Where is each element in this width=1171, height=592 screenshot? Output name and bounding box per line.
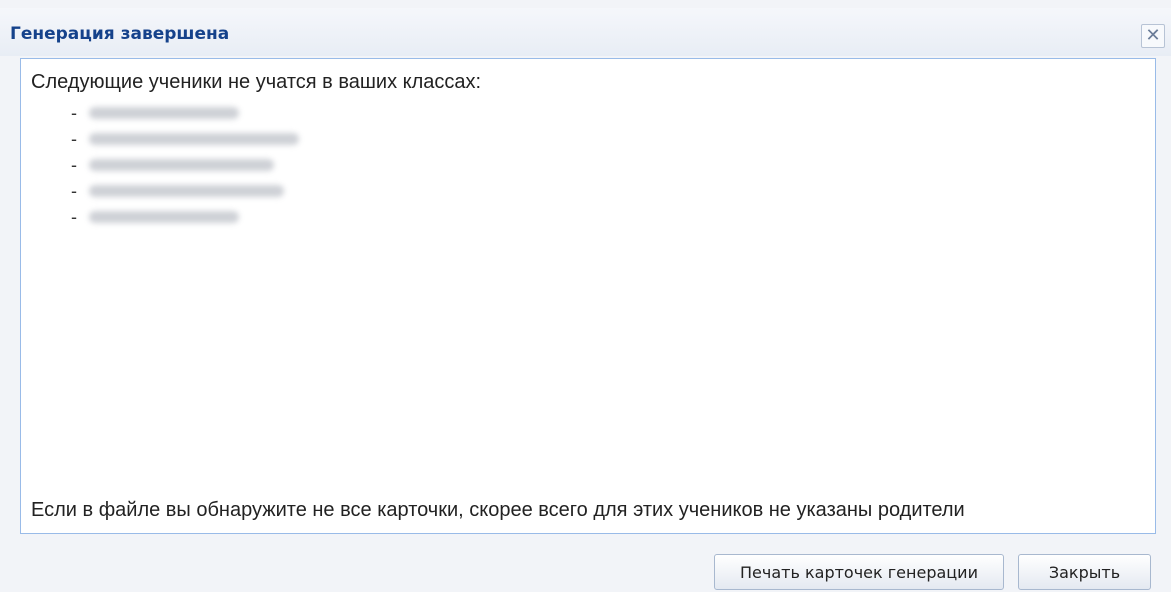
dialog-title: Генерация завершена	[10, 24, 230, 44]
redacted-student-name	[89, 107, 239, 119]
list-item: -	[71, 178, 1145, 204]
redacted-student-name	[89, 159, 274, 171]
redacted-student-name	[89, 185, 284, 197]
close-button[interactable]: Закрыть	[1018, 554, 1151, 590]
list-dash: -	[71, 180, 77, 201]
dialog-buttons: Печать карточек генерации Закрыть	[714, 554, 1151, 590]
dialog-titlebar: Генерация завершена ✕	[0, 8, 1171, 56]
list-item: -	[71, 204, 1145, 230]
list-dash: -	[71, 154, 77, 175]
close-icon[interactable]: ✕	[1141, 24, 1165, 48]
list-dash: -	[71, 102, 77, 123]
students-list: - - - - -	[71, 100, 1145, 230]
missing-cards-note: Если в файле вы обнаружите не все карточ…	[31, 499, 965, 521]
list-item: -	[71, 100, 1145, 126]
print-generation-cards-button[interactable]: Печать карточек генерации	[714, 554, 1004, 590]
list-dash: -	[71, 128, 77, 149]
generation-complete-dialog: Генерация завершена ✕ Следующие ученики …	[0, 0, 1171, 592]
redacted-student-name	[89, 133, 299, 145]
message-panel: Следующие ученики не учатся в ваших клас…	[20, 58, 1156, 534]
list-dash: -	[71, 206, 77, 227]
intro-text: Следующие ученики не учатся в ваших клас…	[31, 71, 482, 93]
list-item: -	[71, 126, 1145, 152]
list-item: -	[71, 152, 1145, 178]
redacted-student-name	[89, 211, 239, 223]
